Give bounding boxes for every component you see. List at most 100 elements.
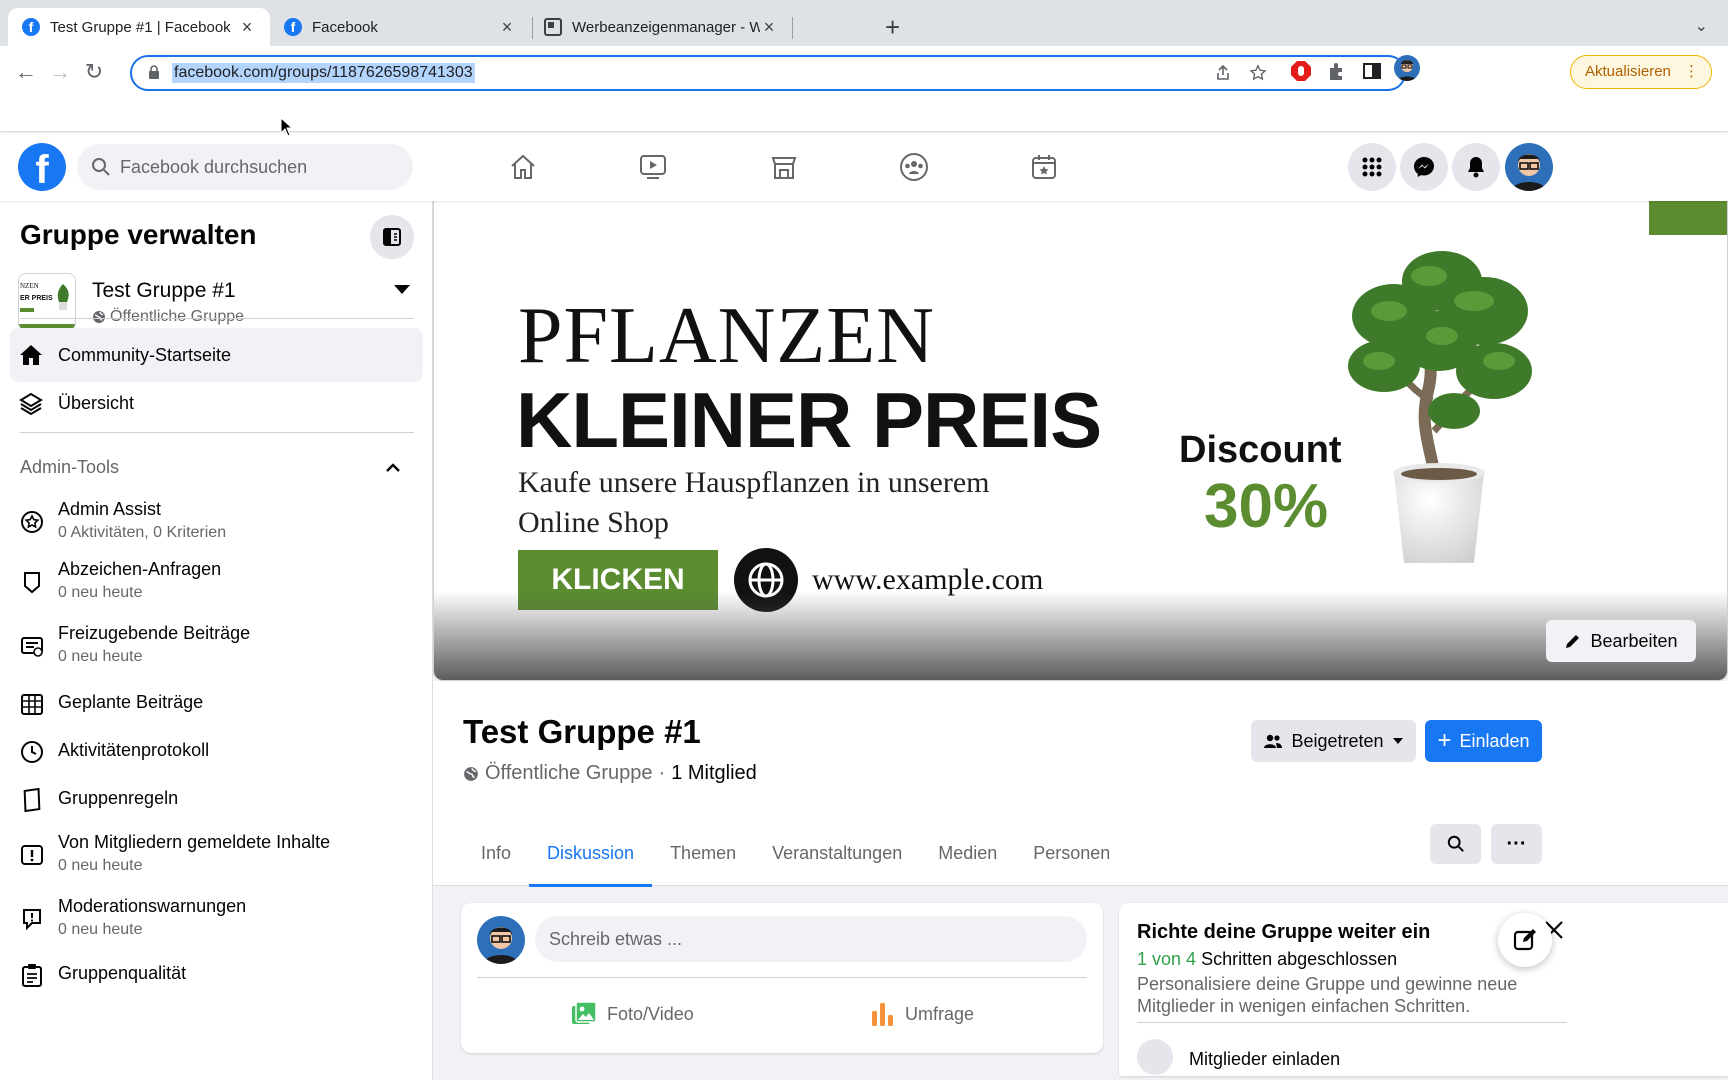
notifications-button[interactable] [1452, 143, 1500, 191]
composer-avatar[interactable] [477, 916, 525, 964]
url-text[interactable]: facebook.com/groups/1187626598741303 [172, 63, 475, 83]
sidebar-item-community-home[interactable]: Community-Startseite [10, 328, 423, 382]
forward-button[interactable]: → [46, 58, 74, 86]
tool-label: Moderationswarnungen [58, 896, 247, 916]
admin-tool-scheduled-posts[interactable]: Geplante Beiträge [10, 692, 423, 732]
tab-topics[interactable]: Themen [652, 823, 754, 885]
messenger-button[interactable] [1400, 143, 1448, 191]
tab-title: Facebook [312, 18, 378, 36]
divider [20, 432, 414, 433]
group-switcher-caret-icon[interactable] [394, 285, 410, 294]
close-icon[interactable]: × [760, 17, 778, 38]
clock-icon [21, 741, 43, 763]
admin-tool-admin-assist[interactable]: Admin Assist 0 Aktivitäten, 0 Kriterien [10, 499, 423, 559]
adblock-extension-icon[interactable] [1290, 60, 1312, 82]
write-something-input[interactable]: Schreib etwas ... [535, 916, 1087, 962]
tool-label: Gruppenqualität [58, 963, 187, 983]
joined-button[interactable]: Beigetreten [1251, 720, 1416, 762]
member-count[interactable]: 1 Mitglied [671, 762, 757, 785]
poll-button[interactable]: Umfrage [871, 993, 974, 1035]
facebook-favicon-icon: f [284, 18, 302, 36]
reload-button[interactable]: ↻ [80, 58, 108, 86]
browser-profile-avatar[interactable] [1394, 55, 1420, 81]
tab-separator [792, 17, 793, 39]
divider [1137, 1022, 1567, 1023]
cover-gradient [434, 591, 1727, 680]
collapse-sidebar-button[interactable] [370, 215, 414, 259]
ads-manager-favicon-icon [544, 18, 562, 36]
nav-watch-icon[interactable] [633, 147, 673, 187]
side-panel-icon[interactable] [1361, 60, 1383, 82]
setup-step-invite-members[interactable]: Mitglieder einladen [1189, 1049, 1340, 1070]
globe-icon [464, 766, 478, 781]
facebook-logo-icon[interactable]: f [18, 143, 66, 191]
group-cover-photo[interactable]: PFLANZEN KLEINER PREIS Kaufe unsere Haus… [433, 201, 1728, 681]
nav-groups-icon[interactable] [894, 147, 934, 187]
facebook-top-bar: f Facebook durchsuchen [0, 133, 1728, 201]
divider [20, 318, 414, 319]
admin-tool-activity-log[interactable]: Aktivitätenprotokoll [10, 740, 423, 780]
nav-marketplace-icon[interactable] [764, 147, 804, 187]
group-thumbnail[interactable]: NZEN ER PREIS [18, 273, 76, 331]
cover-discount-label: Discount [1179, 429, 1342, 471]
tab-discussion[interactable]: Diskussion [529, 823, 653, 887]
messenger-icon [1414, 157, 1434, 177]
facebook-search-input[interactable]: Facebook durchsuchen [77, 144, 413, 190]
warning-icon [23, 909, 41, 931]
group-name[interactable]: Test Gruppe #1 [92, 279, 236, 303]
new-message-button[interactable] [1498, 913, 1552, 967]
more-options-button[interactable]: ··· [1491, 824, 1542, 864]
chevron-up-icon[interactable] [384, 459, 402, 477]
admin-tool-group-quality[interactable]: Gruppenqualität [10, 963, 423, 1003]
browser-tab-group[interactable]: f Test Gruppe #1 | Facebook × [8, 8, 270, 46]
bookmark-star-icon[interactable] [1249, 64, 1267, 82]
group-search-button[interactable] [1430, 824, 1481, 864]
nav-gaming-icon[interactable] [1024, 147, 1064, 187]
browser-tab-facebook[interactable]: f Facebook × [270, 8, 530, 46]
cover-subheadline: KLEINER PREIS [516, 376, 1102, 464]
edit-cover-button[interactable]: Bearbeiten [1546, 620, 1696, 662]
sidebar-item-overview[interactable]: Übersicht [10, 376, 423, 430]
extensions-puzzle-icon[interactable] [1326, 60, 1348, 82]
tab-search-chevron-icon[interactable]: ⌄ [1695, 16, 1708, 36]
tab-events[interactable]: Veranstaltungen [754, 823, 920, 885]
back-button[interactable]: ← [12, 58, 40, 86]
admin-tool-reported-content[interactable]: Von Mitgliedern gemeldete Inhalte 0 neu … [10, 832, 423, 892]
tab-people[interactable]: Personen [1015, 823, 1128, 885]
cover-headline: PFLANZEN [518, 292, 935, 380]
search-icon [1447, 835, 1464, 852]
setup-progress-count: 1 von 4 [1137, 949, 1197, 969]
group-meta: Öffentliche Gruppe · 1 Mitglied [463, 762, 757, 785]
update-label: Aktualisieren [1585, 63, 1671, 80]
admin-tool-group-rules[interactable]: Gruppenregeln [10, 788, 423, 828]
browser-tab-strip: f Test Gruppe #1 | Facebook × f Facebook… [0, 0, 1728, 46]
close-icon[interactable]: × [498, 17, 516, 38]
profile-avatar[interactable] [1505, 143, 1553, 191]
nav-home-icon[interactable] [503, 147, 543, 187]
admin-tools-heading[interactable]: Admin-Tools [20, 457, 119, 478]
photo-video-button[interactable]: Foto/Video [571, 993, 694, 1035]
share-icon[interactable] [1214, 64, 1232, 82]
new-tab-button[interactable]: + [885, 14, 900, 40]
edit-cover-label: Bearbeiten [1590, 630, 1678, 651]
update-browser-button[interactable]: Aktualisieren ⋮ [1570, 55, 1712, 89]
group-privacy-label[interactable]: Öffentliche Gruppe [485, 762, 653, 785]
admin-tool-badge-requests[interactable]: Abzeichen-Anfragen 0 neu heute [10, 559, 423, 619]
menu-grid-button[interactable] [1348, 143, 1396, 191]
setup-description: Personalisiere deine Gruppe und gewinne … [1137, 974, 1518, 1016]
search-placeholder: Facebook durchsuchen [120, 157, 308, 177]
tool-label: Aktivitätenprotokoll [58, 740, 210, 760]
admin-tool-pending-posts[interactable]: Freizugebende Beiträge 0 neu heute [10, 623, 423, 683]
browser-tab-ads-manager[interactable]: Werbeanzeigenmanager - Werb × [530, 8, 792, 46]
close-icon[interactable]: × [238, 17, 256, 38]
address-bar[interactable]: facebook.com/groups/1187626598741303 [130, 55, 1406, 91]
invite-label: Einladen [1459, 730, 1530, 751]
group-privacy-label: Öffentliche Gruppe [110, 308, 245, 325]
pencil-icon [1566, 635, 1580, 648]
kebab-menu-icon: ⋮ [1684, 63, 1699, 80]
tab-info[interactable]: Info [463, 823, 529, 885]
badge-icon [24, 572, 40, 594]
invite-button[interactable]: + Einladen [1425, 720, 1542, 762]
tab-media[interactable]: Medien [920, 823, 1015, 885]
admin-tool-moderation-warnings[interactable]: Moderationswarnungen 0 neu heute [10, 896, 423, 956]
